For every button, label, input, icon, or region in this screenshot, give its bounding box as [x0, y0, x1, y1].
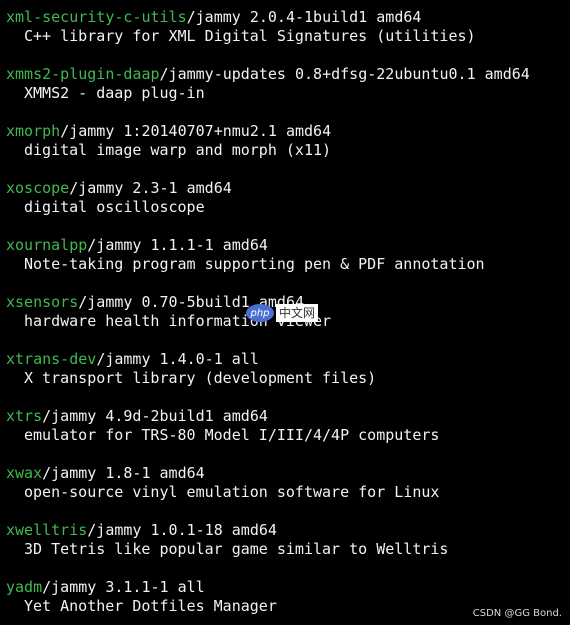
package-version: /jammy 2.0.4-1build1 amd64: [186, 8, 422, 26]
package-name: xmorph: [6, 122, 61, 140]
package-version: /jammy 2.3-1 amd64: [69, 179, 232, 197]
package-description: digital oscilloscope: [24, 198, 205, 216]
package-entry: xmorph/jammy 1:20140707+nmu2.1 amd64 dig…: [6, 122, 566, 160]
package-version: /jammy-updates 0.8+dfsg-22ubuntu0.1 amd6…: [159, 65, 530, 83]
package-name: xmms2-plugin-daap: [6, 65, 160, 83]
package-name: xwax: [6, 464, 43, 482]
package-entry: xoscope/jammy 2.3-1 amd64 digital oscill…: [6, 179, 566, 217]
package-entry: xml-security-c-utils/jammy 2.0.4-1build1…: [6, 8, 566, 46]
package-version: /jammy 3.1.1-1 all: [42, 578, 205, 596]
package-version: /jammy 1.1.1-1 amd64: [87, 236, 268, 254]
php-logo-icon: php: [246, 304, 274, 322]
package-name: xournalpp: [6, 236, 88, 254]
package-description: X transport library (development files): [24, 369, 377, 387]
credit-watermark: CSDN @GG Bond.: [472, 608, 562, 619]
package-version: /jammy 1.8-1 amd64: [42, 464, 205, 482]
package-entry: xtrs/jammy 4.9d-2build1 amd64 emulator f…: [6, 407, 566, 445]
package-description: 3D Tetris like popular game similar to W…: [24, 540, 449, 558]
package-description: XMMS2 - daap plug-in: [24, 84, 205, 102]
package-entry: xtrans-dev/jammy 1.4.0-1 all X transport…: [6, 350, 566, 388]
package-description: emulator for TRS-80 Model I/III/4/4P com…: [24, 426, 440, 444]
watermark-overlay: php 中文网: [246, 302, 330, 324]
package-entry: xmms2-plugin-daap/jammy-updates 0.8+dfsg…: [6, 65, 566, 103]
package-description: digital image warp and morph (x11): [24, 141, 332, 159]
package-entry: xwelltris/jammy 1.0.1-18 amd64 3D Tetris…: [6, 521, 566, 559]
package-entry: xournalpp/jammy 1.1.1-1 amd64 Note-takin…: [6, 236, 566, 274]
package-entry: xwax/jammy 1.8-1 amd64 open-source vinyl…: [6, 464, 566, 502]
package-name: xwelltris: [6, 521, 88, 539]
package-name: xsensors: [6, 293, 79, 311]
package-version: /jammy 1:20140707+nmu2.1 amd64: [60, 122, 332, 140]
package-name: yadm: [6, 578, 43, 596]
package-description: open-source vinyl emulation software for…: [24, 483, 440, 501]
package-version: /jammy 4.9d-2build1 amd64: [42, 407, 268, 425]
package-name: xtrans-dev: [6, 350, 97, 368]
package-name: xml-security-c-utils: [6, 8, 187, 26]
package-description: C++ library for XML Digital Signatures (…: [24, 27, 476, 45]
package-name: xoscope: [6, 179, 70, 197]
package-version: /jammy 1.4.0-1 all: [96, 350, 259, 368]
watermark-text: 中文网: [276, 304, 319, 322]
package-description: Note-taking program supporting pen & PDF…: [24, 255, 485, 273]
package-version: /jammy 1.0.1-18 amd64: [87, 521, 277, 539]
package-name: xtrs: [6, 407, 43, 425]
